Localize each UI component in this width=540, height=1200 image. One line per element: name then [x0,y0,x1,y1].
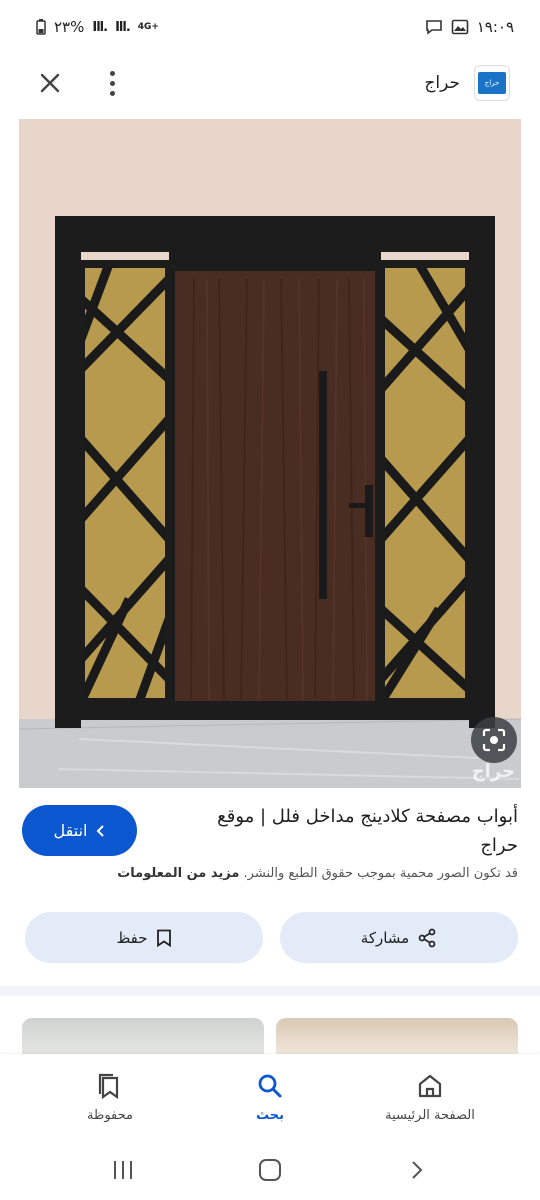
status-left: ٢٣% Ill. Ill. 4G+ [36,18,159,36]
site-logo: حراج [474,65,510,101]
close-button[interactable] [36,69,64,97]
bottom-navigation: محفوظة بحث الصفحة الرئيسية [0,1054,540,1140]
search-icon [258,1074,282,1097]
bookmark-icon [156,929,171,947]
site-name: حراج [424,73,460,93]
more-dot [109,90,115,96]
system-navigation [0,1140,540,1200]
save-label: حفظ [116,928,148,947]
share-label: مشاركة [360,928,410,947]
status-bar: ٢٣% Ill. Ill. 4G+ ١٩:٠٩ [0,0,540,54]
result-image[interactable]: حراج [19,119,521,788]
battery-percent: ٢٣% [54,18,85,36]
battery-icon [36,19,46,35]
share-button[interactable]: مشاركة [280,912,518,963]
signal-icon: Ill. [92,19,108,35]
status-right: ١٩:٠٩ [425,18,514,36]
network-type: 4G+ [137,21,159,32]
result-info: انتقل أبواب مصفحة كلادينج مداخل فلل | مو… [0,800,540,900]
result-title[interactable]: أبواب مصفحة كلادينج مداخل فلل | موقع حرا… [178,802,518,860]
clock: ١٩:٠٩ [476,18,514,36]
site-logo-text: حراج [478,72,506,94]
section-divider [0,986,540,996]
recent-apps-button[interactable] [103,1150,143,1190]
action-buttons: حفظ مشاركة [25,912,518,963]
door-picture [19,119,521,788]
chevron-left-icon [97,824,105,837]
visit-button[interactable]: انتقل [22,805,137,856]
copyright-text: قد تكون الصور محمية بموجب حقوق الطبع وال… [243,866,518,881]
close-icon [40,73,60,93]
gallery-icon [451,19,469,35]
nav-saved-label: محفوظة [87,1107,133,1123]
chevron-right-icon [411,1161,423,1179]
home-system-button[interactable] [250,1150,290,1190]
related-image-thumbnail[interactable] [22,1018,264,1054]
signal-icon-2: Ill. [115,19,131,35]
collections-icon [98,1073,119,1099]
more-dot [109,70,115,76]
save-button[interactable]: حفظ [25,912,263,963]
messenger-icon [425,20,442,35]
back-button[interactable] [397,1150,437,1190]
nav-home[interactable]: الصفحة الرئيسية [360,1054,500,1140]
home-icon [418,1074,442,1097]
nav-home-label: الصفحة الرئيسية [385,1107,475,1123]
home-circle-icon [258,1159,281,1181]
nav-search-label: بحث [255,1107,284,1123]
more-dot [109,80,115,86]
more-options-button[interactable] [102,69,122,97]
nav-search[interactable]: بحث [200,1054,340,1140]
top-bar: حراج حراج [0,54,540,112]
copyright-notice: قد تكون الصور محمية بموجب حقوق الطبع وال… [18,866,518,881]
visit-label: انتقل [53,821,88,840]
site-info[interactable]: حراج حراج [424,65,510,101]
image-watermark: حراج [471,761,515,782]
recent-apps-icon [114,1161,133,1179]
lens-button[interactable] [471,717,517,763]
nav-saved[interactable]: محفوظة [40,1054,180,1140]
top-bar-actions [36,69,122,97]
more-info-link[interactable]: مزيد من المعلومات [117,866,239,881]
related-image-thumbnail[interactable] [276,1018,518,1054]
lens-icon [482,728,506,752]
share-icon [418,928,436,947]
